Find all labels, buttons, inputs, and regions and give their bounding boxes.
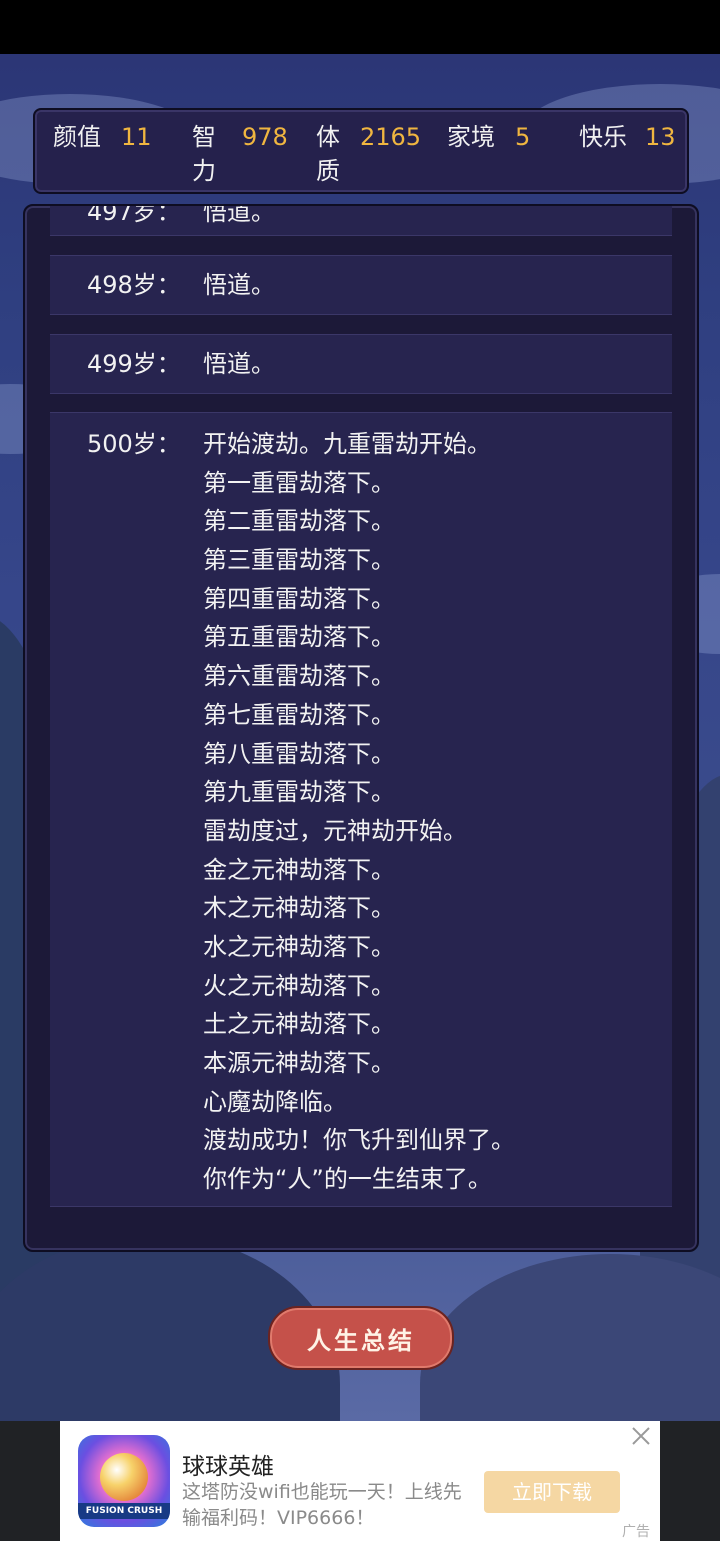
app-icon-label: FUSION CRUSH [78, 1503, 170, 1519]
event-line: 第四重雷劫落下。 [203, 584, 395, 613]
log-entry-final: 500岁： 开始渡劫。九重雷劫开始。 第一重雷劫落下。 第二重雷劫落下。 第三重雷劫落… [50, 412, 672, 1207]
event-line: 第九重雷劫落下。 [203, 778, 395, 807]
event-line: 第七重雷劫落下。 [203, 700, 395, 729]
close-icon[interactable] [628, 1423, 654, 1449]
event-line: 木之元神劫落下。 [203, 894, 395, 923]
log-entry: 499岁： 悟道。 [50, 334, 672, 394]
status-bar [0, 0, 720, 54]
event-line: 火之元神劫落下。 [203, 971, 395, 1000]
event-line: 第二重雷劫落下。 [203, 507, 395, 536]
event-line: 渡劫成功！你飞升到仙界了。 [203, 1126, 515, 1155]
download-button[interactable]: 立即下载 [484, 1471, 620, 1513]
event-line: 土之元神劫落下。 [203, 1010, 395, 1039]
stat-constitution: 体质 2165 [316, 123, 422, 185]
event-line: 第三重雷劫落下。 [203, 546, 395, 575]
event-line: 第六重雷劫落下。 [203, 662, 395, 691]
final-event-lines: 开始渡劫。九重雷劫开始。 第一重雷劫落下。 第二重雷劫落下。 第三重雷劫落下。 第四重雷… [203, 425, 515, 1199]
event-line: 心魔劫降临。 [203, 1087, 347, 1116]
ad-banner[interactable]: FUSION CRUSH 球球英雄 这塔防没wifi也能玩一天！上线先输福利码！… [60, 1421, 660, 1541]
log-entry: 498岁： 悟道。 [50, 255, 672, 315]
stat-happiness: 快乐 13 [579, 123, 676, 151]
stat-intelligence: 智力 978 [192, 123, 288, 185]
life-summary-button[interactable]: 人生总结 [268, 1306, 454, 1370]
event-line: 雷劫度过，元神劫开始。 [203, 816, 467, 845]
event-line: 第五重雷劫落下。 [203, 623, 395, 652]
event-line: 第一重雷劫落下。 [203, 468, 395, 497]
event-line: 第八重雷劫落下。 [203, 739, 395, 768]
ad-description: 这塔防没wifi也能玩一天！上线先输福利码！VIP6666！ [182, 1481, 462, 1529]
game-app-icon[interactable]: FUSION CRUSH [78, 1435, 170, 1527]
attribute-bar: 颜值 11 智力 978 体质 2165 家境 5 快乐 13 [33, 108, 689, 194]
event-line: 金之元神劫落下。 [203, 855, 395, 884]
life-log-panel[interactable]: 497岁： 悟道。 498岁： 悟道。 499岁： 悟道。 500岁： 开始渡劫… [23, 204, 699, 1252]
event-line: 开始渡劫。九重雷劫开始。 [203, 430, 491, 458]
event-line: 你作为“人”的一生结束了。 [203, 1165, 492, 1194]
orb-icon [100, 1453, 148, 1501]
ad-title: 球球英雄 [182, 1454, 274, 1480]
log-entry: 497岁： 悟道。 [50, 206, 672, 236]
event-line: 本源元神劫落下。 [203, 1049, 395, 1077]
stat-family: 家境 5 [447, 123, 531, 151]
stat-appearance: 颜值 11 [53, 123, 152, 151]
event-line: 水之元神劫落下。 [203, 932, 395, 961]
ad-label: 广告 [622, 1524, 650, 1540]
